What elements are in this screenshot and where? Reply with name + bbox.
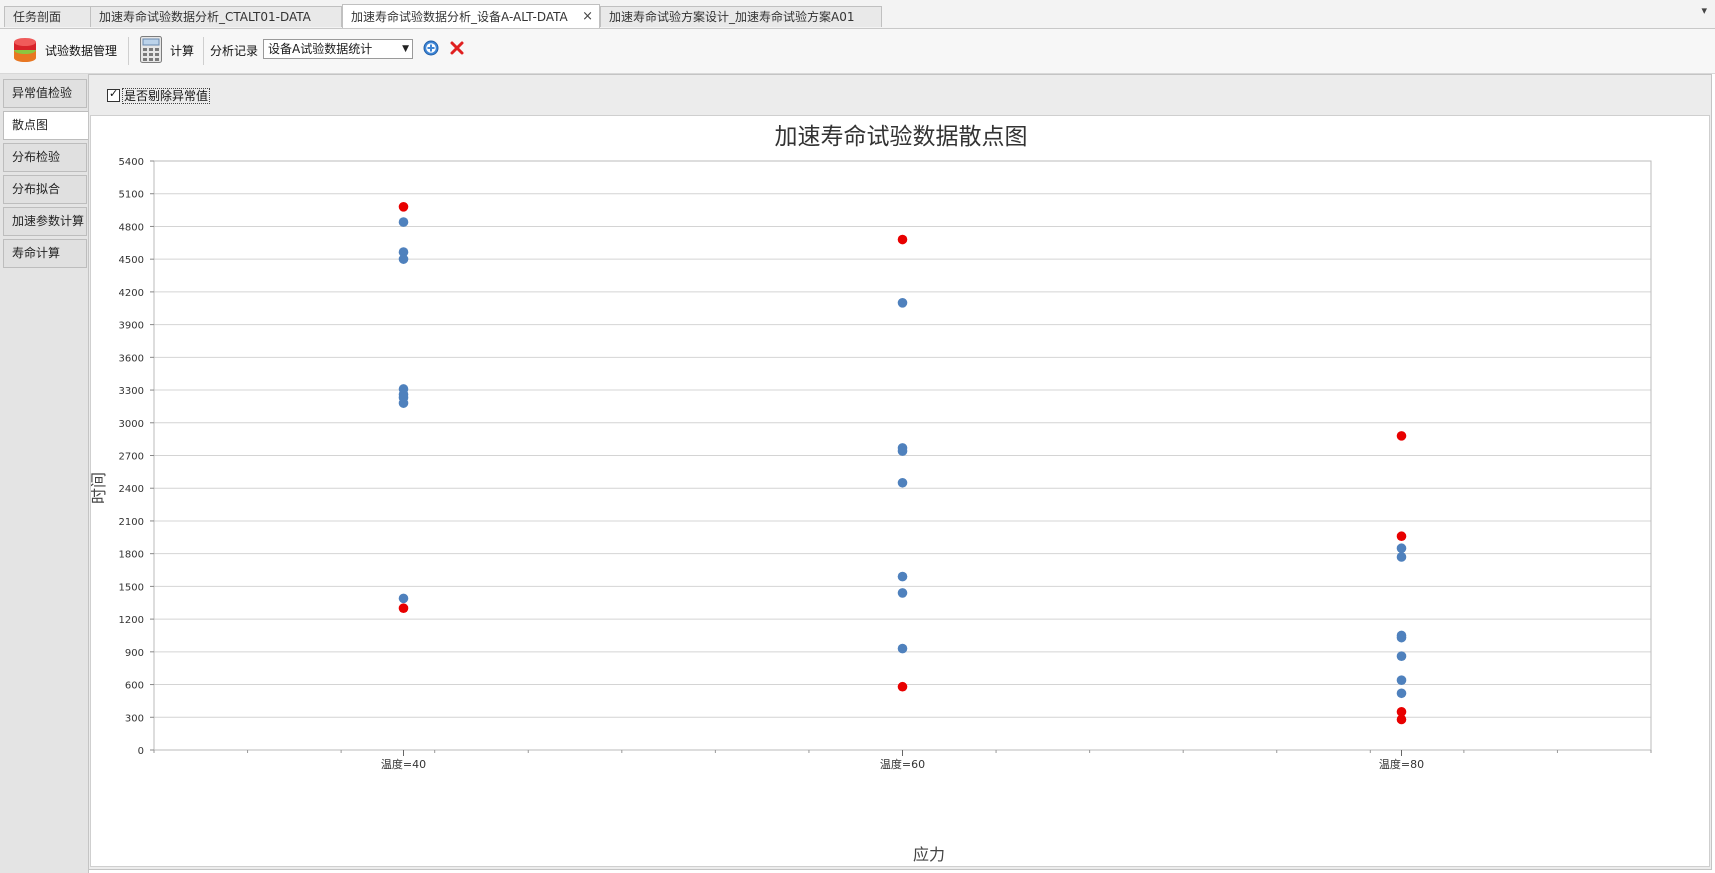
y-tick-label: 3000	[119, 419, 144, 430]
y-tick-label: 2100	[119, 517, 144, 528]
tab-label: 加速寿命试验数据分析_CTALT01-DATA	[99, 10, 311, 24]
calculator-icon[interactable]	[140, 36, 162, 63]
nav-scatter-plot[interactable]: 散点图	[3, 111, 89, 140]
data-point	[897, 588, 908, 598]
y-tick-label: 2400	[119, 484, 144, 495]
y-tick-label: 1800	[119, 550, 144, 561]
remove-outliers-label: 是否剔除异常值	[122, 88, 211, 104]
analysis-record-select[interactable]: 设备A试验数据统计 ▼	[263, 39, 413, 59]
y-tick-label: 4200	[119, 288, 144, 299]
nav-life-calc[interactable]: 寿命计算	[3, 239, 87, 268]
y-tick-label: 300	[125, 713, 144, 724]
tab-label: 任务剖面	[13, 10, 62, 24]
data-point	[1396, 688, 1407, 699]
y-tick-label: 900	[125, 648, 144, 659]
analysis-record-label: 分析记录	[210, 44, 259, 58]
data-point	[1396, 632, 1407, 643]
delete-icon[interactable]	[449, 40, 465, 56]
data-point	[1396, 675, 1407, 685]
y-tick-label: 0	[138, 746, 144, 757]
add-icon[interactable]	[423, 40, 439, 56]
y-tick-label: 4500	[119, 255, 144, 266]
y-tick-label: 2700	[119, 452, 144, 463]
tick-labels: 0 300 600 900 1200 1500 1800 2100 2400 2700 3000 33…	[119, 157, 1425, 771]
toolbar: 试验数据管理 计算 分析记录 设备A试验数据统计 ▼	[0, 29, 1715, 74]
analysis-record-value: 设备A试验数据统计	[268, 42, 373, 56]
outlier-point	[897, 681, 908, 692]
nav-label: 分布检验	[12, 150, 61, 164]
data-point	[1396, 552, 1407, 562]
data-points	[398, 202, 1407, 725]
outlier-point	[1396, 431, 1407, 441]
chevron-down-icon[interactable]: ▼	[402, 40, 409, 58]
outlier-point	[1396, 531, 1407, 542]
tab-test-plan-a01[interactable]: 加速寿命试验方案设计_加速寿命试验方案A01	[600, 6, 882, 27]
data-point	[398, 254, 409, 264]
tab-device-a-alt-data[interactable]: 加速寿命试验数据分析_设备A-ALT-DATA ×	[342, 4, 600, 28]
data-point	[398, 217, 409, 227]
tab-label: 加速寿命试验方案设计_加速寿命试验方案A01	[609, 10, 855, 24]
y-axis-label: 时间	[91, 472, 108, 504]
data-point	[1396, 543, 1407, 554]
nav-label: 异常值检验	[12, 86, 73, 100]
remove-outliers-option[interactable]: ✓ 是否剔除异常值	[107, 87, 211, 104]
scatter-chart: 加速寿命试验数据散点图 应力 时间 0 300 600 900 1200 1500 1800…	[89, 124, 1652, 864]
toolbar-separator	[203, 37, 204, 65]
nav-acceleration-params[interactable]: 加速参数计算	[3, 207, 87, 236]
y-tick-label: 3300	[119, 386, 144, 397]
data-point	[398, 593, 409, 604]
data-manage-button[interactable]: 试验数据管理	[45, 42, 117, 59]
x-tick-label: 温度=40	[381, 757, 426, 771]
database-icon[interactable]	[13, 36, 37, 64]
x-tick-label: 温度=60	[880, 757, 925, 771]
y-tick-label: 1200	[119, 615, 144, 626]
nav-distribution-fit[interactable]: 分布拟合	[3, 175, 87, 204]
data-point	[897, 477, 908, 488]
document-tab-strip: 任务剖面 加速寿命试验数据分析_CTALT01-DATA 加速寿命试验数据分析_…	[0, 0, 1715, 29]
remove-outliers-checkbox[interactable]: ✓	[107, 87, 120, 102]
nav-label: 寿命计算	[12, 246, 61, 260]
nav-distribution-test[interactable]: 分布检验	[3, 143, 87, 172]
nav-outlier-test[interactable]: 异常值检验	[3, 79, 87, 108]
y-tick-label: 3600	[119, 353, 144, 364]
x-axis-label: 应力	[913, 845, 945, 864]
y-tick-label: 5100	[119, 190, 144, 201]
checkmark-icon: ✓	[109, 87, 119, 100]
tab-label: 加速寿命试验数据分析_设备A-ALT-DATA	[351, 10, 568, 24]
tab-task-profile[interactable]: 任务剖面	[4, 6, 92, 27]
data-point	[897, 446, 908, 456]
y-tick-label: 4800	[119, 222, 144, 233]
outlier-point	[398, 603, 409, 614]
outlier-point	[1396, 714, 1407, 725]
chart-panel: 加速寿命试验数据散点图 应力 时间 0 300 600 900 1200 1500 1800…	[89, 115, 1710, 867]
data-point	[897, 297, 908, 308]
tab-list-dropdown-icon[interactable]: ▾	[1701, 4, 1707, 17]
y-tick-label: 5400	[119, 157, 144, 168]
data-point	[1396, 651, 1407, 661]
nav-label: 分布拟合	[12, 182, 61, 196]
tab-ctalt01-data[interactable]: 加速寿命试验数据分析_CTALT01-DATA	[90, 6, 342, 27]
outlier-point	[897, 234, 908, 245]
axes	[150, 160, 1652, 756]
y-tick-label: 600	[125, 681, 144, 692]
outlier-point	[398, 202, 409, 212]
y-tick-label: 1500	[119, 582, 144, 593]
chart-title: 加速寿命试验数据散点图	[775, 124, 1028, 150]
data-point	[398, 398, 409, 408]
nav-label: 散点图	[12, 118, 49, 132]
toolbar-separator	[128, 37, 129, 65]
data-point	[897, 571, 908, 582]
calculate-button[interactable]: 计算	[170, 42, 194, 59]
analysis-side-nav: 异常值检验 散点图 分布检验 分布拟合 加速参数计算 寿命计算	[0, 74, 89, 873]
nav-label: 加速参数计算	[12, 214, 85, 228]
data-point	[897, 643, 908, 654]
y-tick-label: 3900	[119, 321, 144, 332]
tab-close-icon[interactable]: ×	[582, 5, 593, 29]
scatter-content-panel: ✓ 是否剔除异常值 加速寿命试验数据散点图 应力 时间 0 300 600 900 120…	[88, 74, 1712, 870]
x-tick-label: 温度=80	[1379, 757, 1424, 771]
